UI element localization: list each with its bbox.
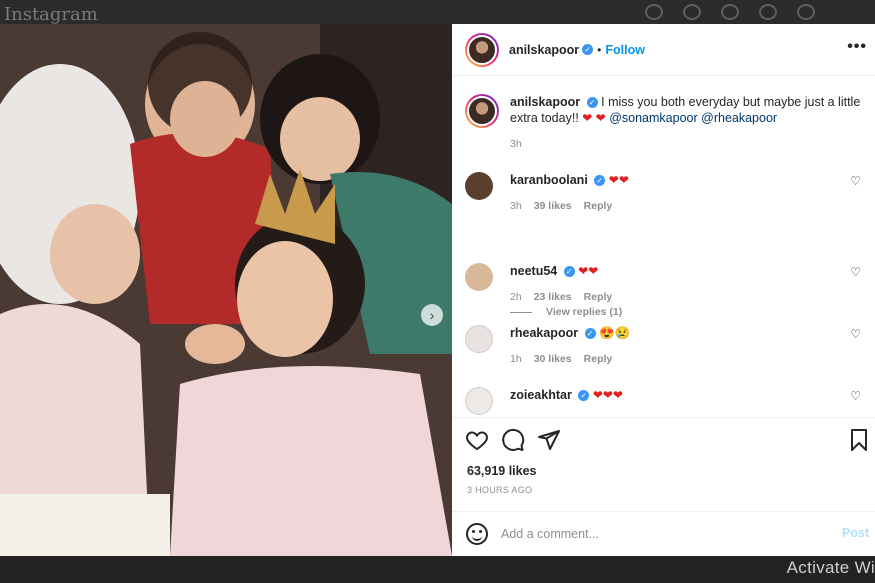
follow-button[interactable]: Follow — [605, 43, 645, 57]
comment-meta: 2h 23 likes Reply — [510, 291, 865, 303]
comment-body: ❤❤❤ — [592, 388, 623, 402]
action-icons — [465, 428, 561, 452]
instagram-logo: Instagram — [4, 4, 98, 25]
comment-text: rheakapoor ✓ 😍😢 — [510, 325, 865, 341]
comment-text: zoieakhtar ✓ ❤❤❤ — [510, 387, 865, 403]
caption-username[interactable]: anilskapoor — [510, 95, 580, 109]
home-icon — [645, 4, 663, 20]
windows-activation-watermark: Activate Wi — [786, 558, 875, 577]
comment-input[interactable] — [501, 527, 801, 541]
background-top-bar: Instagram — [0, 0, 875, 25]
comment-likes[interactable]: 39 likes — [534, 200, 572, 212]
add-comment-bar: Post — [452, 511, 875, 556]
comment-like-heart-icon[interactable]: ♡ — [850, 327, 861, 341]
more-options-icon[interactable]: ••• — [847, 38, 867, 56]
new-post-icon — [721, 4, 739, 20]
reply-button[interactable]: Reply — [584, 353, 613, 365]
commenter-avatar[interactable] — [465, 263, 493, 291]
comment-like-heart-icon[interactable]: ♡ — [850, 174, 861, 188]
separator-dot: • — [597, 42, 602, 57]
comment-username[interactable]: zoieakhtar — [510, 388, 572, 402]
caption-text: anilskapoor ✓ I miss you both everyday b… — [510, 94, 865, 126]
mention-sonamkapoor[interactable]: @sonamkapoor — [609, 111, 697, 125]
comment-text: neetu54 ✓ ❤❤ — [510, 263, 865, 279]
post-image — [0, 24, 452, 556]
verified-badge-icon: ✓ — [594, 175, 606, 187]
comment-username[interactable]: karanboolani — [510, 173, 588, 187]
bookmark-icon[interactable] — [847, 428, 871, 452]
comment-time: 3h — [510, 200, 522, 212]
background-bottom-strip — [0, 556, 875, 583]
comment-likes[interactable]: 30 likes — [534, 353, 572, 365]
comment-time: 1h — [510, 353, 522, 365]
caption-avatar[interactable] — [465, 94, 499, 128]
likes-count[interactable]: 63,919 likes — [467, 464, 537, 478]
caption-time: 3h — [510, 138, 522, 150]
comment-likes[interactable]: 23 likes — [534, 291, 572, 303]
view-replies-button[interactable]: View replies (1) — [510, 306, 622, 318]
comment-time: 2h — [510, 291, 522, 303]
comment-username[interactable]: neetu54 — [510, 264, 557, 278]
comment-item: rheakapoor ✓ 😍😢 1h 30 likes Reply ♡ — [465, 325, 865, 365]
comment-like-heart-icon[interactable]: ♡ — [850, 265, 861, 279]
comment-bubble-icon[interactable] — [501, 428, 525, 452]
verified-badge-icon: ✓ — [582, 44, 594, 55]
next-image-button[interactable]: › — [421, 304, 443, 326]
comment-item: zoieakhtar ✓ ❤❤❤ ♡ — [465, 387, 865, 415]
author-avatar[interactable] — [465, 32, 499, 67]
direct-icon — [683, 4, 701, 20]
comment-item: karanboolani ✓ ❤❤ 3h 39 likes Reply ♡ — [465, 172, 865, 212]
author-username[interactable]: anilskapoor — [509, 43, 579, 57]
post-header: anilskapoor ✓ • Follow ••• — [452, 24, 875, 76]
commenter-avatar[interactable] — [465, 387, 493, 415]
comment-body: ❤❤ — [608, 173, 629, 187]
post-photo[interactable]: › — [0, 24, 452, 556]
post-caption: anilskapoor ✓ I miss you both everyday b… — [465, 94, 865, 150]
verified-badge-icon: ✓ — [563, 266, 575, 278]
replies-divider — [510, 311, 532, 313]
reply-button[interactable]: Reply — [584, 291, 613, 303]
explore-icon — [759, 4, 777, 20]
comment-like-heart-icon[interactable]: ♡ — [850, 389, 861, 403]
heart-emoji: ❤ ❤ — [582, 111, 606, 125]
comment-meta: 1h 30 likes Reply — [510, 353, 865, 365]
comment-meta: 3h 39 likes Reply — [510, 200, 865, 212]
comment-username[interactable]: rheakapoor — [510, 326, 578, 340]
verified-badge-icon: ✓ — [584, 328, 596, 340]
emoji-icon[interactable] — [466, 523, 488, 545]
post-side-panel: anilskapoor ✓ • Follow ••• anilskapoor ✓… — [452, 24, 875, 556]
verified-badge-icon: ✓ — [586, 97, 598, 109]
like-heart-icon[interactable] — [465, 428, 489, 452]
reply-button[interactable]: Reply — [584, 200, 613, 212]
background-nav-icons — [645, 4, 815, 20]
comment-text: karanboolani ✓ ❤❤ — [510, 172, 865, 188]
commenter-avatar[interactable] — [465, 172, 493, 200]
post-comment-button[interactable]: Post — [842, 526, 869, 540]
commenter-avatar[interactable] — [465, 325, 493, 353]
comment-body: ❤❤ — [578, 264, 599, 278]
comment-item: neetu54 ✓ ❤❤ 2h 23 likes Reply ♡ — [465, 263, 865, 303]
view-replies-label: View replies (1) — [546, 306, 623, 318]
comment-body: 😍😢 — [599, 326, 631, 340]
activity-icon — [797, 4, 815, 20]
comments-list[interactable]: anilskapoor ✓ I miss you both everyday b… — [452, 77, 875, 416]
verified-badge-icon: ✓ — [578, 390, 590, 402]
share-paper-plane-icon[interactable] — [537, 428, 561, 452]
posted-time: 3 HOURS AGO — [467, 485, 533, 495]
mention-rheakapoor[interactable]: @rheakapoor — [701, 111, 777, 125]
